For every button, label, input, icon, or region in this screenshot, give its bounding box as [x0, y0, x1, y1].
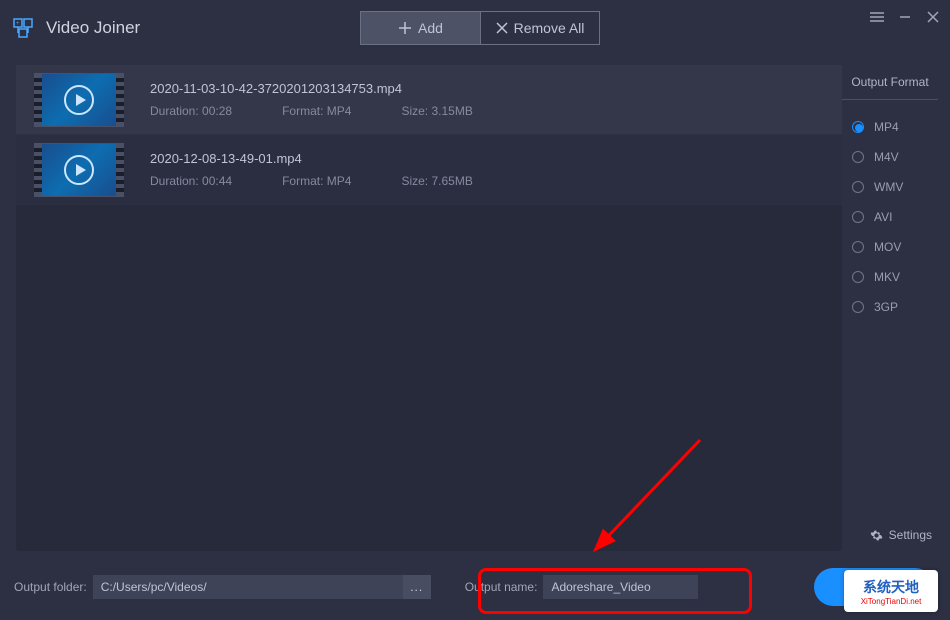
- file-size: Size: 3.15MB: [401, 104, 472, 118]
- format-option-3gp[interactable]: 3GP: [842, 292, 938, 322]
- radio-icon: [852, 121, 864, 133]
- radio-icon: [852, 271, 864, 283]
- output-format-panel: Output Format MP4 M4V WMV AVI MOV MKV 3G…: [842, 65, 938, 322]
- file-duration: Duration: 00:28: [150, 104, 232, 118]
- output-folder-input[interactable]: [93, 575, 403, 599]
- format-option-m4v[interactable]: M4V: [842, 142, 938, 172]
- file-format: Format: MP4: [282, 104, 351, 118]
- radio-icon: [852, 241, 864, 253]
- play-icon: [64, 155, 94, 185]
- menu-icon[interactable]: [870, 10, 884, 24]
- video-thumbnail[interactable]: [34, 73, 124, 127]
- file-format: Format: MP4: [282, 174, 351, 188]
- file-duration: Duration: 00:44: [150, 174, 232, 188]
- plus-icon: [398, 21, 412, 35]
- remove-all-label: Remove All: [514, 20, 585, 36]
- radio-icon: [852, 301, 864, 313]
- format-option-avi[interactable]: AVI: [842, 202, 938, 232]
- radio-icon: [852, 181, 864, 193]
- format-option-mov[interactable]: MOV: [842, 232, 938, 262]
- add-button[interactable]: Add: [360, 11, 480, 45]
- svg-text:+: +: [16, 21, 20, 27]
- remove-all-button[interactable]: Remove All: [480, 11, 600, 45]
- output-name-input[interactable]: [543, 575, 698, 599]
- file-list: 2020-11-03-10-42-3720201203134753.mp4 Du…: [16, 65, 842, 551]
- add-button-label: Add: [418, 20, 443, 36]
- file-name: 2020-11-03-10-42-3720201203134753.mp4: [150, 81, 824, 96]
- x-icon: [496, 22, 508, 34]
- gear-icon: [870, 529, 883, 542]
- settings-label: Settings: [889, 528, 932, 542]
- radio-icon: [852, 211, 864, 223]
- app-logo-icon: +: [12, 16, 36, 40]
- file-row[interactable]: 2020-11-03-10-42-3720201203134753.mp4 Du…: [16, 65, 842, 135]
- radio-icon: [852, 151, 864, 163]
- format-option-wmv[interactable]: WMV: [842, 172, 938, 202]
- bottom-bar: Output folder: ... Output name:: [0, 570, 950, 604]
- output-format-header: Output Format: [842, 65, 938, 100]
- format-option-mkv[interactable]: MKV: [842, 262, 938, 292]
- output-folder-label: Output folder:: [14, 580, 87, 594]
- file-row[interactable]: 2020-12-08-13-49-01.mp4 Duration: 00:44 …: [16, 135, 842, 205]
- file-name: 2020-12-08-13-49-01.mp4: [150, 151, 824, 166]
- close-button[interactable]: [926, 10, 940, 24]
- settings-link[interactable]: Settings: [870, 528, 932, 542]
- play-icon: [64, 85, 94, 115]
- format-option-mp4[interactable]: MP4: [842, 112, 938, 142]
- minimize-button[interactable]: [898, 10, 912, 24]
- titlebar: + Video Joiner Add Remove All: [0, 0, 950, 55]
- output-name-label: Output name:: [465, 580, 538, 594]
- browse-button[interactable]: ...: [403, 575, 431, 599]
- app-title: Video Joiner: [46, 18, 140, 38]
- video-thumbnail[interactable]: [34, 143, 124, 197]
- file-size: Size: 7.65MB: [401, 174, 472, 188]
- watermark: 系统天地 XiTongTianDi.net: [844, 570, 938, 612]
